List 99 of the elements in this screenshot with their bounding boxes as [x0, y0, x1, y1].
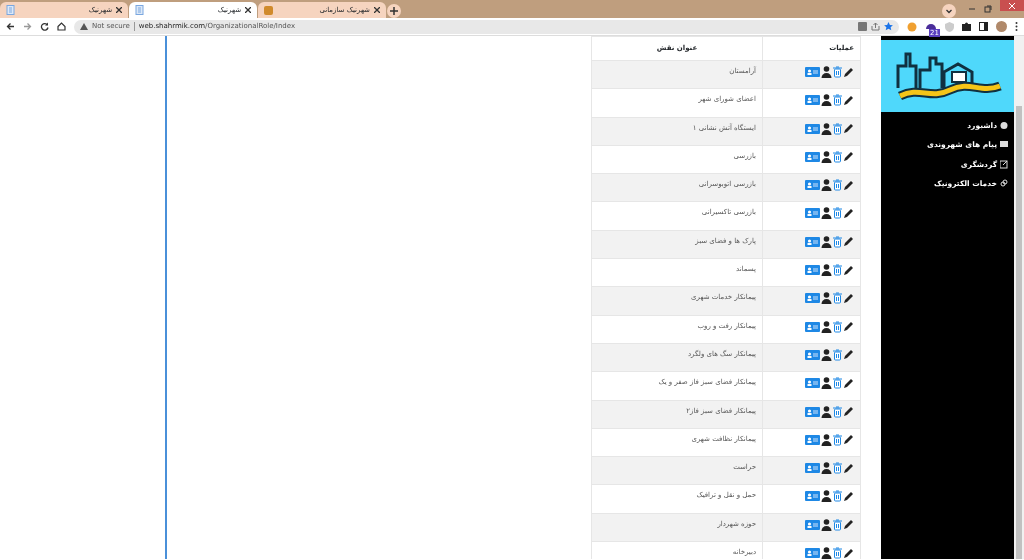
- users-button[interactable]: [821, 433, 832, 446]
- users-button[interactable]: [821, 264, 832, 277]
- star-icon[interactable]: [884, 22, 893, 31]
- close-icon: [1009, 2, 1015, 9]
- users-button[interactable]: [821, 292, 832, 305]
- home-icon[interactable]: [57, 22, 66, 31]
- delete-button[interactable]: [833, 320, 842, 333]
- edit-button[interactable]: [843, 547, 854, 559]
- users-button[interactable]: [821, 94, 832, 107]
- id-card-button[interactable]: [805, 378, 820, 389]
- users-button[interactable]: [821, 348, 832, 361]
- edit-button[interactable]: [843, 377, 854, 389]
- id-card-button[interactable]: [805, 123, 820, 134]
- delete-button[interactable]: [833, 179, 842, 192]
- edit-button[interactable]: [843, 208, 854, 219]
- edit-button[interactable]: [843, 66, 854, 78]
- close-icon[interactable]: [116, 7, 122, 13]
- delete-button[interactable]: [833, 94, 842, 107]
- delete-button[interactable]: [833, 235, 842, 248]
- edit-button[interactable]: [843, 151, 854, 163]
- warning-icon: [80, 23, 88, 30]
- delete-button[interactable]: [833, 433, 842, 446]
- keyboard-icon: [1000, 140, 1008, 150]
- users-button[interactable]: [821, 320, 832, 333]
- chevron-down-icon[interactable]: [942, 4, 956, 18]
- avatar-icon[interactable]: [996, 21, 1007, 32]
- edit-button[interactable]: [843, 349, 854, 361]
- edit-button[interactable]: [843, 123, 854, 135]
- id-card-button[interactable]: [805, 236, 820, 247]
- users-button[interactable]: [821, 518, 832, 531]
- users-button[interactable]: [821, 377, 832, 390]
- edit-button[interactable]: [843, 94, 854, 106]
- id-card-button[interactable]: [805, 321, 820, 332]
- side-panel-icon[interactable]: [979, 22, 988, 31]
- users-button[interactable]: [821, 235, 832, 248]
- delete-button[interactable]: [833, 66, 842, 78]
- id-card-button[interactable]: [805, 151, 820, 162]
- id-card-button[interactable]: [805, 95, 820, 106]
- users-button[interactable]: [821, 150, 832, 163]
- edit-button[interactable]: [843, 292, 854, 304]
- id-card-button[interactable]: [805, 349, 820, 360]
- edit-button[interactable]: [843, 519, 854, 531]
- id-card-button[interactable]: [805, 67, 820, 77]
- edit-button[interactable]: [843, 236, 854, 248]
- restore-icon[interactable]: [984, 5, 992, 13]
- edit-button[interactable]: [843, 321, 854, 333]
- id-card-button[interactable]: [805, 180, 820, 191]
- delete-button[interactable]: [833, 490, 842, 503]
- forward-icon[interactable]: [23, 22, 32, 31]
- edit-icon: [1000, 159, 1008, 169]
- users-button[interactable]: [821, 179, 832, 192]
- edit-button[interactable]: [843, 490, 854, 502]
- close-icon[interactable]: [245, 7, 251, 13]
- users-button[interactable]: [821, 462, 832, 475]
- delete-button[interactable]: [833, 518, 842, 531]
- users-button[interactable]: [821, 547, 832, 559]
- delete-button[interactable]: [833, 547, 842, 559]
- window-close-button[interactable]: [1000, 0, 1024, 11]
- users-button[interactable]: [821, 207, 832, 220]
- reload-icon[interactable]: [40, 22, 49, 31]
- puzzle-icon[interactable]: [962, 22, 971, 31]
- id-card-button[interactable]: [805, 293, 820, 304]
- users-button[interactable]: [821, 490, 832, 503]
- edit-button[interactable]: [843, 264, 854, 276]
- delete-button[interactable]: [833, 377, 842, 390]
- delete-button[interactable]: [833, 264, 842, 277]
- scrollbar[interactable]: [1014, 36, 1024, 559]
- gauge-icon: [1000, 121, 1008, 131]
- users-button[interactable]: [821, 122, 832, 135]
- delete-button[interactable]: [833, 462, 842, 475]
- delete-button[interactable]: [833, 150, 842, 163]
- menu-icon[interactable]: [1015, 22, 1018, 31]
- edit-button[interactable]: [843, 462, 854, 474]
- document-icon: [135, 5, 144, 15]
- id-card-button[interactable]: [805, 406, 820, 417]
- id-card-button[interactable]: [805, 434, 820, 445]
- delete-button[interactable]: [833, 207, 842, 220]
- edit-button[interactable]: [843, 406, 854, 418]
- id-card-button[interactable]: [805, 519, 820, 530]
- link-icon: [1000, 178, 1008, 188]
- close-icon[interactable]: [374, 7, 380, 13]
- edit-button[interactable]: [843, 179, 854, 191]
- delete-button[interactable]: [833, 292, 842, 305]
- users-button[interactable]: [821, 405, 832, 418]
- id-card-button[interactable]: [805, 463, 820, 474]
- delete-button[interactable]: [833, 348, 842, 361]
- new-tab-icon[interactable]: [387, 4, 401, 18]
- id-card-button[interactable]: [805, 265, 820, 276]
- id-card-button[interactable]: [805, 548, 820, 559]
- delete-button[interactable]: [833, 405, 842, 418]
- id-card-button[interactable]: [805, 491, 820, 502]
- delete-button[interactable]: [833, 122, 842, 135]
- back-icon[interactable]: [6, 22, 15, 31]
- document-icon: [6, 5, 15, 15]
- users-button[interactable]: [821, 66, 832, 78]
- app-icon: [264, 5, 273, 15]
- share-icon[interactable]: [871, 22, 880, 31]
- edit-button[interactable]: [843, 434, 854, 446]
- id-card-button[interactable]: [805, 208, 820, 219]
